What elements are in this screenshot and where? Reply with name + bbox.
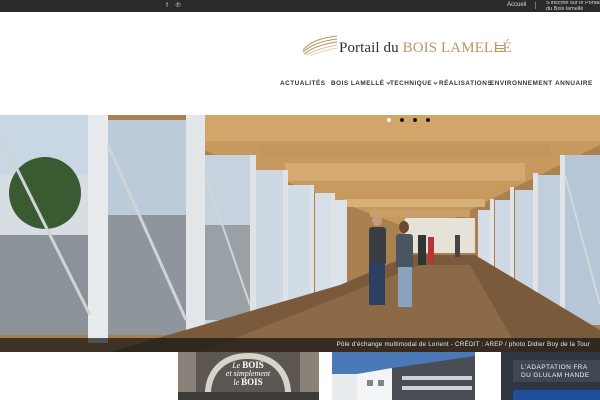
logo-text-main: Portail du	[339, 40, 403, 56]
nav-item-actualites[interactable]: ACTUALITÉS	[280, 79, 325, 89]
site-header: Portail du BOIS LAMELLÉ ACTUALITÉS BOIS …	[0, 12, 600, 115]
inscrire-link[interactable]: S'inscrire sur le Portail du Bois lamell…	[546, 1, 600, 12]
tile-building-image	[332, 352, 475, 400]
slider-dot-2[interactable]	[400, 118, 404, 122]
topbar-separator	[535, 2, 536, 9]
wood-grain-logo-icon	[302, 35, 338, 56]
chevron-down-icon	[433, 80, 438, 85]
slide-caption-text: Pôle d'échange multimodal de Lorient - C…	[336, 341, 590, 348]
logo-lines-decoration	[495, 45, 504, 54]
tile-le-bois[interactable]: Le BOIS et simplement le BOIS	[178, 352, 319, 400]
nav-item-bois-lamelle[interactable]: BOIS LAMELLÉ	[331, 79, 391, 89]
nav-item-annuaire[interactable]: ANNUAIRE	[555, 79, 593, 89]
slide-caption: Pôle d'échange multimodal de Lorient - C…	[0, 338, 600, 352]
pinterest-icon[interactable]: ℗	[175, 2, 181, 9]
facebook-icon[interactable]: f	[164, 2, 170, 9]
tile-building[interactable]	[332, 352, 475, 400]
tile-le-bois-line-3: le BOIS	[233, 377, 263, 387]
slider-pagination	[387, 118, 430, 122]
nav-item-realisations[interactable]: RÉALISATIONS	[439, 79, 492, 89]
slider-dot-4[interactable]	[426, 118, 430, 122]
site-logo[interactable]: Portail du BOIS LAMELLÉ	[302, 26, 512, 60]
slide-image	[0, 115, 600, 352]
slider-dot-3[interactable]	[413, 118, 417, 122]
accueil-link[interactable]: Accueil	[507, 2, 526, 9]
tile-adaptation-text: L'ADAPTATION FRA DU GLULAM HANDE	[521, 364, 589, 380]
social-links: f ℗	[164, 2, 181, 9]
tile-adaptation-line-2: DU GLULAM HANDE	[521, 372, 590, 379]
hero-slider[interactable]: Pôle d'échange multimodal de Lorient - C…	[0, 115, 600, 352]
tile-adaptation-image	[513, 390, 600, 400]
slider-dot-1[interactable]	[387, 118, 391, 122]
tile-adaptation[interactable]: L'ADAPTATION FRA DU GLULAM HANDE	[501, 352, 600, 400]
main-nav: ACTUALITÉS BOIS LAMELLÉ TECHNIQUE RÉALIS…	[0, 79, 600, 89]
tile-le-bois-text: Le BOIS et simplement le BOIS	[218, 361, 278, 387]
tile-adaptation-line-1: L'ADAPTATION FRA	[521, 364, 588, 371]
logo-text: Portail du BOIS LAMELLÉ	[339, 40, 512, 57]
top-bar: f ℗ Accueil S'inscrire sur le Portail du…	[0, 0, 600, 12]
nav-item-technique[interactable]: TECHNIQUE	[390, 79, 438, 89]
nav-item-environnement[interactable]: ENVIRONNEMENT	[490, 79, 553, 89]
